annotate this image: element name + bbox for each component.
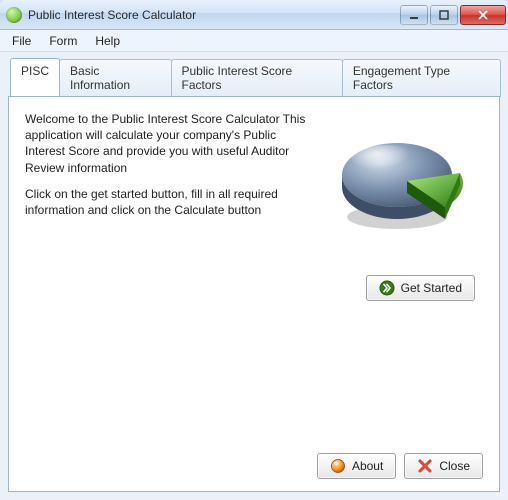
about-label: About: [352, 459, 383, 473]
get-started-label: Get Started: [401, 281, 462, 295]
tab-score-factors[interactable]: Public Interest Score Factors: [171, 59, 343, 97]
tab-pisc[interactable]: PISC: [10, 58, 60, 96]
about-icon: [330, 458, 346, 474]
menu-file[interactable]: File: [4, 32, 39, 50]
get-started-icon: [379, 280, 395, 296]
app-icon: [6, 7, 22, 23]
intro-row: Welcome to the Public Interest Score Cal…: [25, 111, 483, 235]
app-window: Public Interest Score Calculator File Fo…: [0, 0, 508, 500]
close-button[interactable]: Close: [404, 453, 483, 479]
client-area: PISC Basic Information Public Interest S…: [0, 52, 508, 500]
get-started-wrap: Get Started: [366, 275, 475, 301]
window-title: Public Interest Score Calculator: [28, 8, 400, 22]
menu-form[interactable]: Form: [41, 32, 85, 50]
close-label: Close: [439, 459, 470, 473]
titlebar: Public Interest Score Calculator: [0, 0, 508, 30]
close-button-icon: [417, 458, 433, 474]
menu-help[interactable]: Help: [87, 32, 128, 50]
window-controls: [400, 5, 506, 25]
about-button[interactable]: About: [317, 453, 396, 479]
intro-paragraph-1: Welcome to the Public Interest Score Cal…: [25, 111, 315, 176]
minimize-button[interactable]: [400, 5, 428, 25]
intro-paragraph-2: Click on the get started button, fill in…: [25, 186, 315, 218]
minimize-icon: [409, 10, 419, 20]
pie-chart-svg: [327, 115, 467, 235]
tabstrip: PISC Basic Information Public Interest S…: [10, 58, 500, 96]
close-icon: [478, 10, 488, 20]
menubar: File Form Help: [0, 30, 508, 52]
maximize-icon: [439, 10, 449, 20]
tab-engagement-factors[interactable]: Engagement Type Factors: [342, 59, 501, 97]
tab-basic-information[interactable]: Basic Information: [59, 59, 171, 97]
maximize-button[interactable]: [430, 5, 458, 25]
footer-buttons: About Close: [25, 445, 483, 479]
intro-text: Welcome to the Public Interest Score Cal…: [25, 111, 315, 228]
tab-panel-pisc: Welcome to the Public Interest Score Cal…: [8, 96, 500, 492]
get-started-button[interactable]: Get Started: [366, 275, 475, 301]
pie-chart: [327, 115, 467, 235]
close-window-button[interactable]: [460, 5, 506, 25]
